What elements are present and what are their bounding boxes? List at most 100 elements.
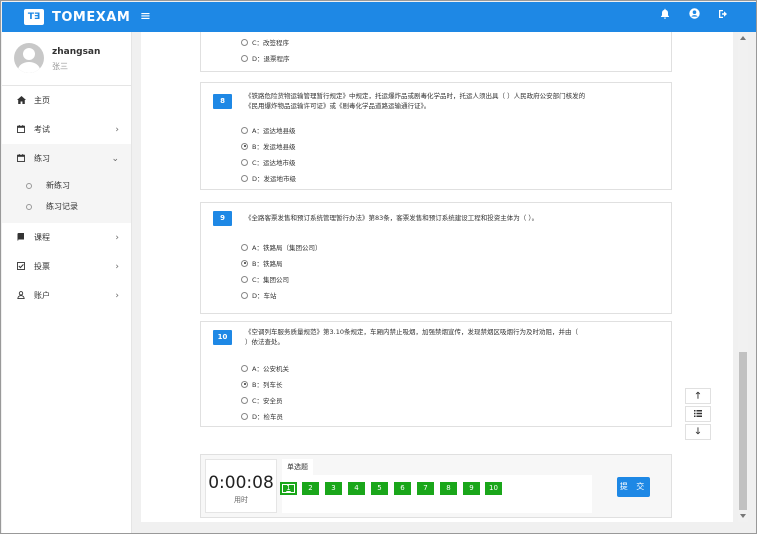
- radio-button[interactable]: [241, 38, 248, 46]
- question-text: 《全路客票发售和预订系统管理暂行办法》第83条，客票发售和预订系统建设工程和投资…: [245, 214, 623, 224]
- logout-icon[interactable]: [715, 8, 731, 24]
- logo-icon: T∃: [24, 9, 44, 25]
- radio-button[interactable]: [241, 174, 248, 182]
- sidebar-item-practice[interactable]: 练习 ⌄: [2, 144, 131, 173]
- option-c[interactable]: C：集团公司: [241, 274, 289, 284]
- bell-icon[interactable]: [657, 8, 673, 24]
- calendar-icon: [16, 153, 26, 164]
- hamburger-icon[interactable]: ≡: [140, 9, 151, 24]
- option-b[interactable]: B：发运地县级: [241, 141, 295, 151]
- question-card-9: 9 《全路客票发售和预订系统管理暂行办法》第83条，客票发售和预订系统建设工程和…: [200, 202, 672, 314]
- question-list-button[interactable]: [685, 406, 711, 422]
- question-number-grid: 1 2 3 4 5 6 7 8 9 10: [280, 475, 592, 513]
- radio-button[interactable]: [241, 364, 248, 372]
- radio-button[interactable]: [241, 275, 248, 283]
- scroll-up-arrow-icon[interactable]: [740, 36, 746, 40]
- option-label: B：发运地县级: [252, 143, 296, 151]
- app-frame: T∃ TOMEXAM ≡ zhangsan 张三 主页 考试 › 练习 ⌄ 新练…: [0, 0, 757, 534]
- answer-sheet: 0:00:08 用时 单选题 1 2 3 4 5 6 7 8 9 10 提 交: [200, 454, 672, 518]
- radio-button[interactable]: [241, 54, 248, 62]
- top-bar: T∃ TOMEXAM ≡: [2, 2, 756, 32]
- radio-button[interactable]: [241, 243, 248, 251]
- sidebar-item-label: 练习: [34, 154, 50, 163]
- timer: 0:00:08: [208, 473, 274, 493]
- radio-button[interactable]: [241, 126, 248, 134]
- question-card-10: 10 《空调列车服务质量规范》第3.10条规定，车厢内禁止吸烟，加强禁烟宣传，发…: [200, 321, 672, 427]
- question-text: 《铁路危险货物运输管理暂行规定》中规定，托运爆炸品或剧毒化学品时，托运人须出具（…: [245, 92, 623, 111]
- checkbox-icon: [16, 261, 26, 272]
- option-a[interactable]: A：运达地县级: [241, 125, 295, 135]
- sidebar-subitem-new-practice[interactable]: 新练习: [2, 175, 131, 196]
- sidebar: zhangsan 张三 主页 考试 › 练习 ⌄ 新练习 练习记录 课程 › 投…: [2, 32, 132, 533]
- question-nav-button[interactable]: 8: [440, 482, 457, 495]
- option-c[interactable]: C：运达地市级: [241, 157, 296, 167]
- question-number: 10: [213, 330, 232, 345]
- radio-button[interactable]: [241, 396, 248, 404]
- option-d[interactable]: D：退票程序: [241, 53, 290, 63]
- book-icon: [16, 232, 26, 243]
- brand[interactable]: T∃ TOMEXAM: [24, 9, 130, 25]
- radio-button-selected[interactable]: [241, 259, 248, 267]
- question-text-line: 《全路客票发售和预订系统管理暂行办法》第83条，客票发售和预订系统建设工程和投资…: [245, 214, 539, 222]
- home-icon: [16, 95, 26, 106]
- option-label: C：集团公司: [252, 276, 290, 284]
- scroll-down-arrow-icon[interactable]: [740, 514, 746, 518]
- option-b[interactable]: B：列车长: [241, 379, 282, 389]
- option-label: A：公安机关: [252, 365, 289, 373]
- scrollbar-thumb[interactable]: [739, 352, 747, 510]
- sidebar-item-label: 账户: [34, 291, 50, 300]
- option-label: B：列车长: [252, 381, 283, 389]
- question-nav-button[interactable]: 5: [371, 482, 388, 495]
- question-nav-button[interactable]: 1: [280, 482, 297, 495]
- sidebar-item-vote[interactable]: 投票 ›: [2, 252, 131, 281]
- scroll-down-button[interactable]: 🡓: [685, 424, 711, 440]
- option-label: A：铁路局（集团公司）: [252, 244, 322, 252]
- question-nav-button[interactable]: 3: [325, 482, 342, 495]
- option-c[interactable]: C：改签程序: [241, 37, 289, 47]
- option-label: C：改签程序: [252, 39, 290, 47]
- option-label: C：安全员: [252, 397, 283, 405]
- radio-button[interactable]: [241, 158, 248, 166]
- question-text: 《空调列车服务质量规范》第3.10条规定，车厢内禁止吸烟，加强禁烟宣传，发现禁烟…: [245, 328, 623, 347]
- option-d[interactable]: D：检车员: [241, 411, 283, 421]
- sidebar-item-account[interactable]: 账户 ›: [2, 281, 131, 310]
- avatar: [14, 43, 44, 73]
- option-b[interactable]: B：铁路局: [241, 258, 282, 268]
- sidebar-item-exam[interactable]: 考试 ›: [2, 115, 131, 144]
- sidebar-item-home[interactable]: 主页: [2, 86, 131, 115]
- option-label: B：铁路局: [252, 260, 283, 268]
- radio-button-selected[interactable]: [241, 380, 248, 388]
- question-list: C：改签程序 D：退票程序 8 《铁路危险货物运输管理暂行规定》中规定，托运爆炸…: [141, 32, 733, 522]
- question-nav-button[interactable]: 7: [417, 482, 434, 495]
- option-d[interactable]: D：发运地市级: [241, 173, 296, 183]
- radio-button[interactable]: [241, 291, 248, 299]
- question-nav-button[interactable]: 6: [394, 482, 411, 495]
- scroll-up-button[interactable]: 🡑: [685, 388, 711, 404]
- chevron-right-icon: ›: [115, 290, 119, 301]
- sidebar-subitem-practice-records[interactable]: 练习记录: [2, 196, 131, 217]
- radio-button-selected[interactable]: [241, 142, 248, 150]
- question-nav-button[interactable]: 2: [302, 482, 319, 495]
- question-nav-button[interactable]: 4: [348, 482, 365, 495]
- option-d[interactable]: D：车站: [241, 290, 277, 300]
- radio-button[interactable]: [241, 412, 248, 420]
- circle-icon: [26, 203, 32, 210]
- scrollbar[interactable]: [738, 32, 748, 522]
- option-c[interactable]: C：安全员: [241, 395, 283, 405]
- question-nav-button[interactable]: 10: [485, 482, 502, 495]
- list-icon: [694, 410, 702, 417]
- username: zhangsan: [52, 47, 101, 57]
- tab-single-choice[interactable]: 单选题: [282, 459, 313, 475]
- chevron-right-icon: ›: [115, 261, 119, 272]
- arrow-down-icon: 🡓: [695, 427, 701, 437]
- question-text-line: 《民用爆炸物品运输许可证》或《剧毒化学品道路运输通行证》。: [245, 101, 431, 110]
- question-text-line: ）依法查处。: [245, 337, 284, 346]
- sidebar-item-label: 投票: [34, 262, 50, 271]
- option-a[interactable]: A：铁路局（集团公司）: [241, 242, 321, 252]
- sidebar-item-course[interactable]: 课程 ›: [2, 223, 131, 252]
- option-a[interactable]: A：公安机关: [241, 363, 289, 373]
- question-nav-button[interactable]: 9: [463, 482, 480, 495]
- question-text-line: 《空调列车服务质量规范》第3.10条规定，车厢内禁止吸烟，加强禁烟宣传，发现禁烟…: [245, 328, 578, 336]
- submit-button[interactable]: 提 交: [617, 477, 650, 497]
- user-icon[interactable]: [686, 8, 702, 24]
